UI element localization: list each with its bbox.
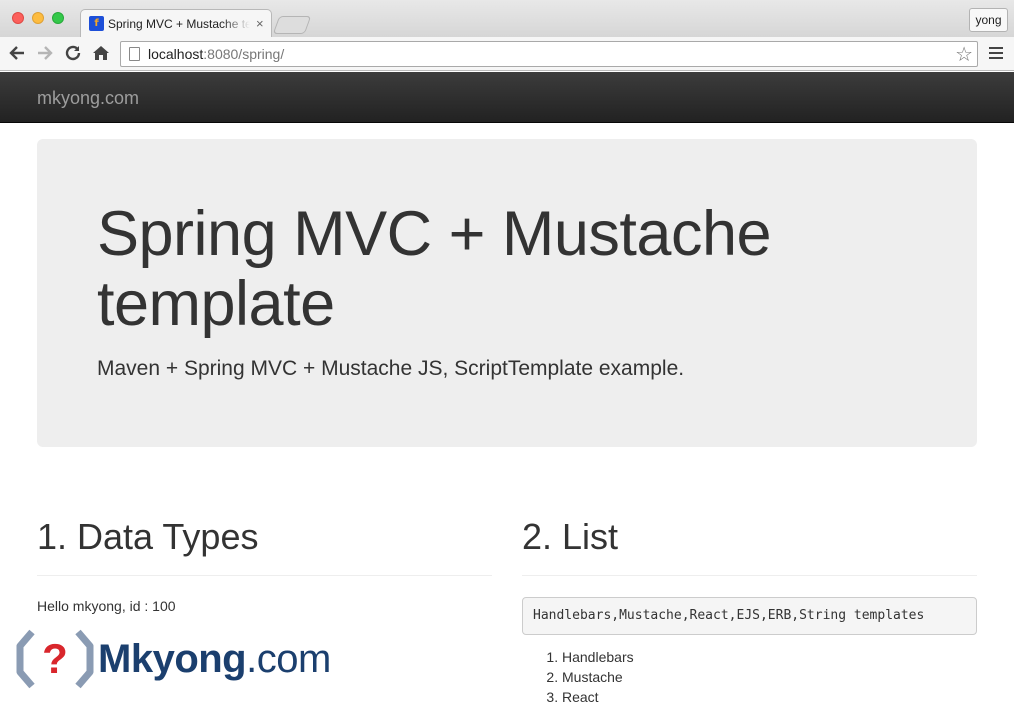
site-navbar: mkyong.com xyxy=(0,72,1014,123)
favicon-icon: f xyxy=(89,16,104,31)
list-section: 2. List Handlebars,Mustache,React,EJS,ER… xyxy=(522,515,977,703)
back-arrow-icon[interactable] xyxy=(6,42,28,64)
window-minimize-button[interactable] xyxy=(32,12,44,24)
jumbotron: Spring MVC + Mustache template Maven + S… xyxy=(37,139,977,447)
hello-text: Hello mkyong, id : 100 xyxy=(37,598,176,614)
template-list: Handlebars Mustache React xyxy=(522,647,977,703)
window-close-button[interactable] xyxy=(12,12,24,24)
list-heading: 2. List xyxy=(522,515,977,576)
page-icon xyxy=(129,47,140,61)
logo-question-mark: ? xyxy=(42,635,68,682)
window-maximize-button[interactable] xyxy=(52,12,64,24)
bookmark-star-icon[interactable]: ☆ xyxy=(955,43,973,65)
mkyong-watermark-logo: ? Mkyong.com xyxy=(16,628,346,690)
code-block: Handlebars,Mustache,React,EJS,ERB,String… xyxy=(522,597,977,635)
url-text: localhost:8080/spring/ xyxy=(148,46,285,62)
new-tab-button[interactable] xyxy=(272,16,312,34)
navbar-brand-link[interactable]: mkyong.com xyxy=(37,88,139,109)
logo-wordmark: Mkyong.com xyxy=(98,636,331,681)
home-icon[interactable] xyxy=(90,42,112,64)
browser-toolbar: localhost:8080/spring/ ☆ xyxy=(0,37,1014,71)
page-title: Spring MVC + Mustache template xyxy=(97,199,772,339)
mkyong-logo-icon: ? xyxy=(16,629,94,689)
list-item: React xyxy=(562,687,977,703)
browser-tab[interactable]: f Spring MVC + Mustache template × xyxy=(80,9,272,37)
reload-icon[interactable] xyxy=(62,42,84,64)
tab-close-icon[interactable]: × xyxy=(256,16,264,31)
data-types-section: 1. Data Types Hello mkyong, id : 100 xyxy=(37,515,492,614)
browser-titlebar: f Spring MVC + Mustache template × yong xyxy=(0,0,1014,37)
page-subtitle: Maven + Spring MVC + Mustache JS, Script… xyxy=(97,357,685,380)
data-types-heading: 1. Data Types xyxy=(37,515,492,576)
list-item: Handlebars xyxy=(562,647,977,667)
profile-button[interactable]: yong xyxy=(969,8,1008,32)
tab-title: Spring MVC + Mustache template xyxy=(108,16,250,31)
list-item: Mustache xyxy=(562,667,977,687)
forward-arrow-icon[interactable] xyxy=(34,42,56,64)
address-bar[interactable]: localhost:8080/spring/ ☆ xyxy=(120,41,978,67)
browser-menu-icon[interactable] xyxy=(989,47,1003,61)
